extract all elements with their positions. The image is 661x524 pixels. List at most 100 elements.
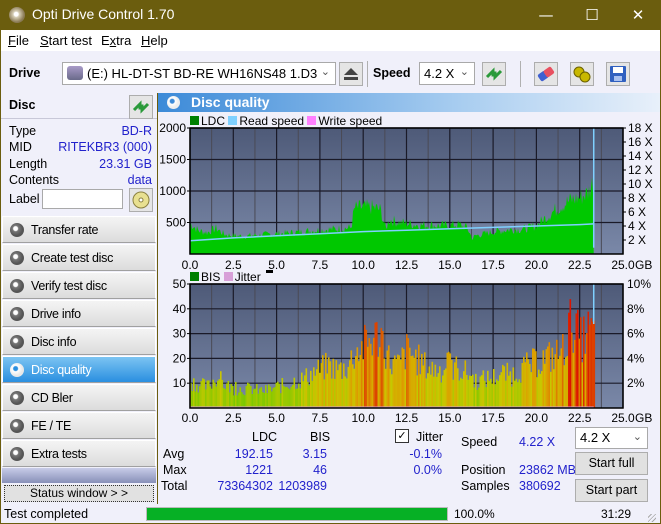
maximize-button[interactable]: ☐ xyxy=(569,0,615,30)
disc-length-value: 23.31 GB xyxy=(99,157,152,171)
bis-bar xyxy=(446,352,449,408)
nav-disc-quality[interactable]: Disc quality xyxy=(2,356,156,383)
menu-file-accel: F xyxy=(8,33,16,48)
bis-bar xyxy=(305,368,308,408)
bis-bar xyxy=(581,362,584,408)
menu-help[interactable]: Help xyxy=(141,33,168,48)
bis-bar xyxy=(383,358,386,408)
bis-bar xyxy=(593,320,596,408)
settings-button[interactable] xyxy=(570,62,594,86)
bis-bar xyxy=(409,347,411,408)
stats-max-bis: 46 xyxy=(313,463,327,477)
bis-bar xyxy=(374,322,377,408)
bis-bar xyxy=(377,356,380,408)
bis-bar xyxy=(338,364,341,408)
start-part-button[interactable]: Start part xyxy=(575,479,648,502)
close-button[interactable]: ✕ xyxy=(615,0,661,30)
nav-fe-te[interactable]: FE / TE xyxy=(2,412,156,439)
nav-create-test-disc[interactable]: Create test disc xyxy=(2,244,156,271)
disc-label-button[interactable] xyxy=(129,188,153,212)
status-window-button[interactable]: Status window > > xyxy=(4,485,154,502)
bis-bar xyxy=(569,299,572,408)
jitter-checkbox[interactable]: ✓ xyxy=(395,429,409,443)
bis-bar xyxy=(322,355,324,408)
bis-bar xyxy=(392,358,395,408)
nav-extra-tests[interactable]: Extra tests xyxy=(2,440,156,467)
bis-bar xyxy=(386,350,389,408)
elapsed-time: 31:29 xyxy=(601,507,632,521)
title-bar: Opti Drive Control 1.70 — ☐ ✕ xyxy=(0,0,661,30)
bis-bar xyxy=(521,363,524,408)
speed-select-value: 4.2 X xyxy=(424,66,455,81)
erase-button[interactable] xyxy=(534,62,558,86)
bis-bar xyxy=(587,311,590,408)
bis-bar xyxy=(442,375,444,408)
nav-cd-bler[interactable]: CD Bler xyxy=(2,384,156,411)
x-tick-label: 25.0 xyxy=(611,411,635,423)
start-full-button[interactable]: Start full xyxy=(575,452,648,475)
bis-bar xyxy=(262,392,264,408)
nav-verify-test-disc[interactable]: Verify test disc xyxy=(2,272,156,299)
disc-label-input[interactable] xyxy=(42,189,123,209)
bis-bar xyxy=(328,357,330,408)
bis-bar xyxy=(332,358,335,408)
minimize-button[interactable]: — xyxy=(523,0,569,30)
bis-bar xyxy=(475,373,477,408)
status-text: Test completed xyxy=(4,507,89,521)
drive-select[interactable]: (E:) HL-DT-ST BD-RE WH16NS48 1.D3 ⌄ xyxy=(62,62,336,85)
disc-refresh-button[interactable] xyxy=(129,95,153,119)
menu-extra[interactable]: Extra xyxy=(101,33,131,48)
bis-bar xyxy=(518,379,521,408)
bis-bar xyxy=(238,392,240,408)
bis-bar xyxy=(554,354,557,408)
test-speed-select[interactable]: 4.2 X ⌄ xyxy=(575,427,648,449)
menu-extra-label: tra xyxy=(116,33,132,48)
bis-bar xyxy=(245,386,248,408)
bis-bar xyxy=(296,388,299,408)
bis-bar xyxy=(200,381,203,408)
resize-grip[interactable] xyxy=(648,514,656,522)
toolbar-separator xyxy=(520,61,521,87)
nav-drive-info[interactable]: Drive info xyxy=(2,300,156,327)
speed-stat-value: 4.22 X xyxy=(519,435,556,449)
bis-bar xyxy=(373,337,375,408)
bis-bar xyxy=(422,365,425,408)
bis-bar xyxy=(284,387,287,408)
menu-file[interactable]: File xyxy=(8,33,29,48)
bis-bar xyxy=(382,331,384,408)
test-speed-value: 4.2 X xyxy=(580,430,611,445)
nav-label: Verify test disc xyxy=(31,279,107,293)
bis-bar xyxy=(361,341,363,408)
bis-bar xyxy=(398,355,401,408)
nav-disc-info[interactable]: Disc info xyxy=(2,328,156,355)
refresh-icon xyxy=(132,100,150,114)
bis-bar xyxy=(265,385,267,408)
disc-mid-value: RITEKBR3 (000) xyxy=(58,140,152,154)
bis-bar xyxy=(415,349,417,408)
nav-label: Disc info xyxy=(31,335,77,349)
bis-bar xyxy=(542,350,545,408)
bis-bar xyxy=(290,386,293,408)
nav-transfer-rate[interactable]: Transfer rate xyxy=(2,216,156,243)
bis-bar xyxy=(572,352,575,408)
bis-bar xyxy=(307,381,309,408)
save-button[interactable] xyxy=(606,62,630,86)
eject-button[interactable] xyxy=(339,62,363,86)
bis-bar xyxy=(287,388,290,408)
bis-bar xyxy=(571,332,573,408)
speed-select[interactable]: 4.2 X ⌄ xyxy=(419,62,475,85)
menu-start-test[interactable]: Start test xyxy=(40,33,92,48)
bis-bar xyxy=(532,348,534,408)
bis-bar xyxy=(541,371,543,408)
bis-bar xyxy=(497,380,500,408)
bis-bar xyxy=(484,380,486,408)
settings-icon xyxy=(573,66,591,83)
bis-bar xyxy=(505,380,507,408)
refresh-button[interactable] xyxy=(482,62,506,86)
disc-icon xyxy=(132,191,150,209)
disc-quality-icon xyxy=(10,363,24,377)
bis-bar xyxy=(380,327,383,408)
bis-bar xyxy=(299,388,302,408)
bis-bar xyxy=(221,379,224,408)
bis-bar xyxy=(464,360,467,408)
